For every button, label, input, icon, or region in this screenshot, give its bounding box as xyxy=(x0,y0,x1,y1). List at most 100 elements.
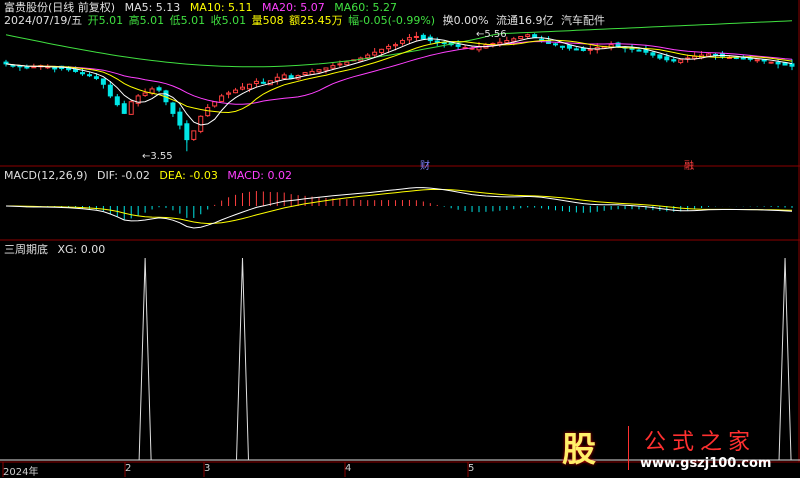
macd-header: MACD(12,26,9) DIF: -0.02 DEA: -0.03 MACD… xyxy=(4,169,298,182)
candle xyxy=(274,73,280,85)
x-axis-label-apr: 4 xyxy=(345,463,352,474)
quote-turnover: 换0.00% xyxy=(442,14,489,27)
candle xyxy=(239,82,245,91)
watermark-logo: 股 公式之家 www.gszj100.com xyxy=(556,420,800,477)
macd-title[interactable]: MACD(12,26,9) xyxy=(4,169,88,182)
ma20-value: MA20: 5.07 xyxy=(262,1,325,14)
candle xyxy=(580,46,586,52)
x-axis-label-year: 2024年 xyxy=(3,467,39,478)
candle-body xyxy=(372,51,378,56)
candle-body xyxy=(393,44,399,47)
xg-title[interactable]: 三周期底 xyxy=(4,243,48,256)
candle-body xyxy=(219,95,225,102)
finance-event-marker[interactable]: 财 xyxy=(420,157,430,172)
candle-body xyxy=(420,34,426,40)
xg-value: XG: 0.00 xyxy=(57,243,106,256)
candle-body xyxy=(323,67,329,71)
candle xyxy=(100,78,106,89)
x-axis-label-feb: 2 xyxy=(125,463,132,474)
candle-body xyxy=(93,76,99,79)
candle xyxy=(219,93,225,102)
candle-body xyxy=(573,48,579,51)
candle-body xyxy=(733,57,739,60)
candle-body xyxy=(114,96,120,106)
candle xyxy=(518,35,524,40)
candle-body xyxy=(177,111,183,126)
macd-pane xyxy=(5,187,793,229)
candle xyxy=(24,64,30,70)
candle-body xyxy=(650,52,656,56)
candle xyxy=(608,41,614,51)
dif-value: DIF: -0.02 xyxy=(97,169,150,182)
candle xyxy=(761,59,767,64)
xg-header: 三周期底 XG: 0.00 xyxy=(4,243,111,256)
candle-body xyxy=(316,69,322,73)
candle xyxy=(128,99,134,115)
candle xyxy=(406,33,412,45)
candle xyxy=(330,62,336,70)
candle-body xyxy=(253,80,259,85)
macd-value: MACD: 0.02 xyxy=(227,169,292,182)
candle-body xyxy=(399,40,405,44)
candle xyxy=(532,33,538,39)
candle xyxy=(86,72,92,78)
candle-body xyxy=(740,57,746,60)
candle xyxy=(114,94,120,107)
candle-body xyxy=(246,83,252,90)
logo-divider xyxy=(628,426,629,470)
candle xyxy=(212,101,218,108)
candle xyxy=(17,65,23,71)
candle xyxy=(107,81,113,99)
candle-body xyxy=(511,38,517,42)
candle-body xyxy=(121,103,127,114)
candle-body xyxy=(191,130,197,140)
candle xyxy=(170,101,176,117)
stock-chart[interactable] xyxy=(0,0,800,477)
chart-grid xyxy=(0,0,800,477)
candle xyxy=(38,64,44,70)
quote-low: 低5.01 xyxy=(169,14,206,27)
candle-body xyxy=(559,45,565,48)
candle-body xyxy=(239,86,245,90)
candle xyxy=(260,78,266,84)
candle-body xyxy=(170,102,176,114)
candle xyxy=(253,78,259,88)
candlestick-pane xyxy=(3,20,795,152)
candle-body xyxy=(337,63,343,66)
candle-body xyxy=(100,78,106,85)
candle-body xyxy=(184,123,190,141)
quote-header: 2024/07/19/五 开5.01 高5.01 低5.01 收5.01 量50… xyxy=(4,14,611,27)
margin-event-marker[interactable]: 融 xyxy=(684,157,694,172)
candle-body xyxy=(761,59,767,62)
low-price-marker: ←3.55 xyxy=(142,151,173,162)
x-axis-label-mar: 3 xyxy=(204,463,211,474)
candle-body xyxy=(233,89,239,94)
candle-body xyxy=(580,47,586,51)
candle-body xyxy=(768,61,774,64)
candle-body xyxy=(678,59,684,63)
candle xyxy=(372,47,378,58)
candle xyxy=(302,71,308,76)
x-axis-label-may: 5 xyxy=(468,463,475,474)
candle xyxy=(525,33,531,39)
candle xyxy=(706,52,712,57)
candle-body xyxy=(386,45,392,50)
candle-body xyxy=(260,81,266,84)
logo-name: 公式之家 xyxy=(644,430,757,455)
candle-body xyxy=(281,74,287,80)
candle xyxy=(233,87,239,94)
stock-title[interactable]: 富贵股份(日线 前复权) xyxy=(4,1,115,14)
candle xyxy=(226,90,232,99)
candle-body xyxy=(497,41,503,45)
xg-spike xyxy=(235,257,249,461)
candle-body xyxy=(198,115,204,132)
candle xyxy=(587,45,593,55)
quote-volume: 量508 xyxy=(251,14,284,27)
candle-body xyxy=(288,75,294,79)
candle-body xyxy=(226,92,232,95)
candle xyxy=(754,59,760,63)
candle xyxy=(135,93,141,107)
candle-body xyxy=(330,65,336,69)
candle-body xyxy=(212,101,218,107)
candle xyxy=(52,67,58,73)
